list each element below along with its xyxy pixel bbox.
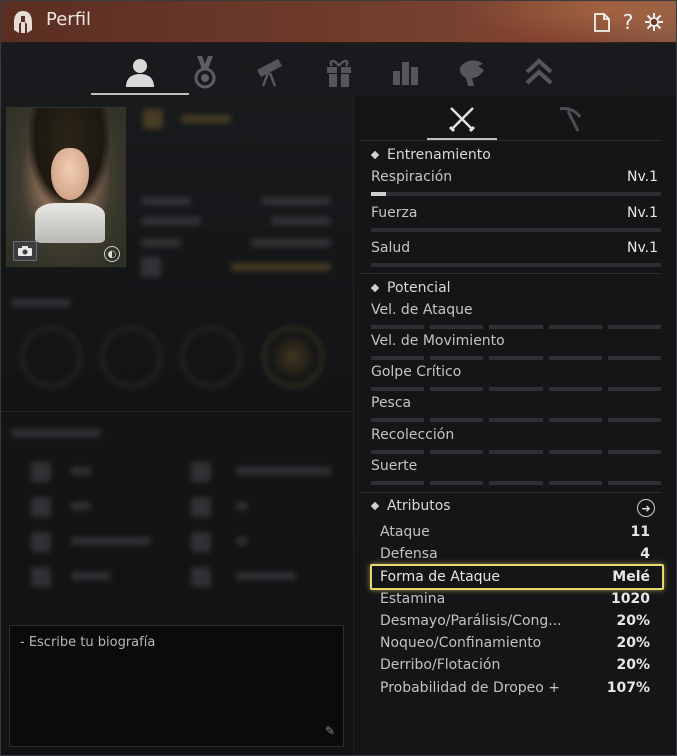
diamond-icon — [370, 501, 380, 511]
potential-segments — [371, 356, 662, 360]
training-row-label: Respiración — [371, 169, 453, 185]
tab-medal-icon[interactable] — [184, 52, 226, 92]
attributes-heading: Atributos — [370, 498, 451, 514]
attribute-value: 20% — [616, 613, 650, 629]
training-progress-bar — [371, 192, 661, 196]
attribute-value: Melé — [612, 569, 650, 585]
attribute-value: 20% — [616, 635, 650, 651]
tab-stats-icon[interactable] — [384, 52, 426, 92]
tab-gift-icon[interactable] — [318, 52, 360, 92]
potential-segments — [371, 325, 662, 329]
pencil-icon[interactable]: ✎ — [325, 724, 335, 738]
training-row-value: Nv.1 — [626, 240, 658, 256]
biography-placeholder: - Escribe tu biografía — [20, 635, 156, 650]
attribute-label: Forma de Ataque — [380, 569, 501, 585]
blurred-title-section — [1, 287, 351, 407]
attribute-value: 4 — [640, 546, 650, 562]
tab-pet-icon[interactable] — [451, 52, 493, 92]
attribute-label: Ataque — [380, 524, 430, 540]
title-bar: Perfil ? — [1, 1, 676, 43]
attribute-label: Noqueo/Confinamiento — [380, 635, 542, 651]
helmet-icon — [14, 11, 32, 33]
window-title: Perfil — [46, 9, 92, 30]
profile-window: Perfil ? ◐ - Escribe tu biografía ✎ Entr… — [0, 0, 677, 756]
training-progress-bar — [371, 228, 661, 232]
training-progress-bar — [371, 263, 661, 267]
attribute-label: Defensa — [380, 546, 438, 562]
arrow-right-icon[interactable]: ➜ — [637, 499, 655, 517]
potential-segments — [371, 387, 662, 391]
tab-profile-icon[interactable] — [91, 52, 189, 95]
potential-row-label: Suerte — [371, 458, 418, 474]
blurred-condition-section — [1, 417, 351, 607]
attribute-label: Derribo/Flotación — [380, 657, 501, 673]
help-icon[interactable]: ? — [617, 10, 639, 34]
stats-panel: Entrenamiento Respiración Nv.1 Fuerza Nv… — [353, 95, 676, 755]
attribute-label: Desmayo/Parálisis/Cong... — [380, 613, 562, 629]
potential-row-label: Vel. de Movimiento — [371, 333, 505, 349]
potential-segments — [371, 450, 662, 454]
diamond-icon — [370, 150, 380, 160]
character-panel: ◐ - Escribe tu biografía ✎ — [1, 99, 351, 756]
potential-row-label: Pesca — [371, 395, 412, 411]
training-heading: Entrenamiento — [370, 147, 491, 163]
potential-segments — [371, 418, 662, 422]
tab-gathering-icon[interactable] — [534, 99, 604, 139]
training-row-value: Nv.1 — [626, 205, 658, 221]
potential-heading: Potencial — [370, 280, 451, 296]
tab-telescope-icon[interactable] — [249, 52, 291, 92]
training-row-value: Nv.1 — [626, 169, 658, 185]
lock-icon[interactable]: ◐ — [104, 246, 120, 262]
settings-icon[interactable] — [643, 11, 665, 33]
potential-row-label: Recolección — [371, 427, 455, 443]
training-row-label: Fuerza — [371, 205, 418, 221]
document-icon[interactable] — [591, 11, 613, 33]
attribute-value: 11 — [630, 524, 650, 540]
tab-rank-icon[interactable] — [518, 52, 560, 92]
training-row-label: Salud — [371, 240, 411, 256]
attribute-value: 20% — [616, 657, 650, 673]
tab-combat-icon[interactable] — [427, 99, 497, 140]
biography-field[interactable]: - Escribe tu biografía ✎ — [9, 625, 344, 747]
attribute-value: 1020 — [611, 591, 650, 607]
potential-row-label: Vel. de Ataque — [371, 302, 473, 318]
potential-row-label: Golpe Crítico — [371, 364, 462, 380]
blurred-character-info — [141, 109, 341, 279]
diamond-icon — [370, 283, 380, 293]
attribute-label: Estamina — [380, 591, 446, 607]
attribute-label: Probabilidad de Dropeo + — [380, 680, 561, 696]
camera-icon[interactable] — [13, 241, 37, 261]
main-tab-bar — [1, 44, 676, 96]
character-portrait: ◐ — [6, 107, 126, 267]
potential-segments — [371, 481, 662, 485]
attribute-value: 107% — [606, 680, 650, 696]
